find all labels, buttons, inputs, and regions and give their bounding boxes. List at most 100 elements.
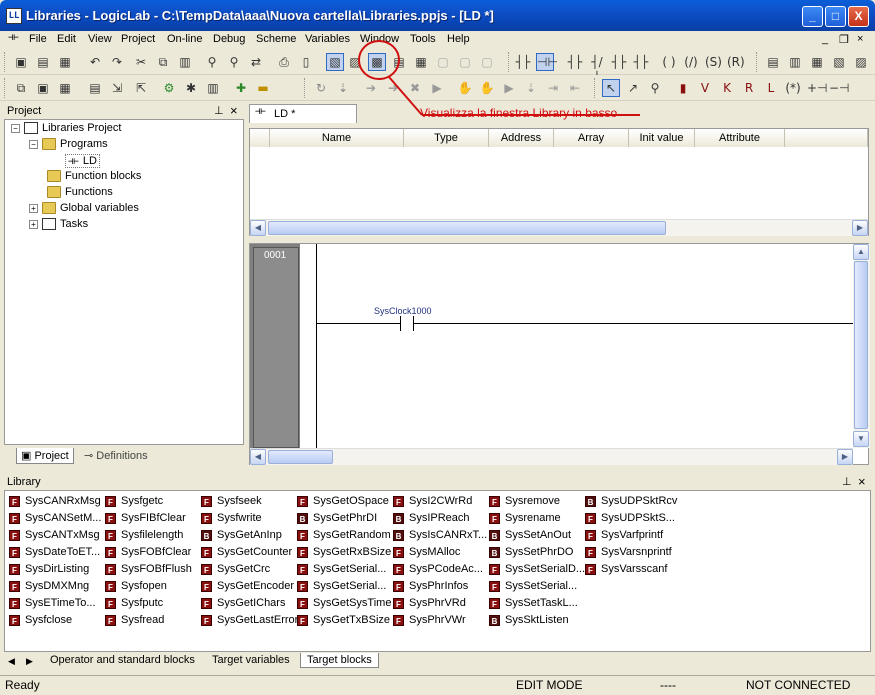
table-hscrollbar[interactable]: ◀ ▶	[250, 219, 868, 236]
library-item[interactable]: F SysCANTxMsg	[9, 529, 100, 541]
library-item[interactable]: F SysETimeTo...	[9, 597, 96, 609]
library-item[interactable]: B SysUDPSktRcv	[585, 495, 677, 507]
reset-coil-icon[interactable]: (R)	[726, 53, 745, 71]
redo-icon[interactable]: ↷	[108, 53, 126, 71]
col-type[interactable]: Type	[404, 129, 489, 147]
new-project-icon[interactable]: ▣	[12, 53, 30, 71]
library-item[interactable]: F SysVarsnprintf	[585, 546, 672, 558]
library-item[interactable]: B SysGetPhrDI	[297, 512, 377, 524]
collapse-icon[interactable]: −	[29, 139, 38, 149]
library-item[interactable]: B SysIPReach	[393, 512, 470, 524]
replace-icon[interactable]: ⇄	[247, 53, 265, 71]
connect-icon[interactable]: ↻	[312, 79, 330, 97]
constant-icon[interactable]: K	[718, 79, 736, 97]
tab-scroll-right-icon[interactable]: ▶	[26, 656, 33, 667]
library-item[interactable]: F SysSetSerialD...	[489, 563, 585, 575]
project-pane-close-icon[interactable]: ×	[230, 103, 238, 118]
layout-4-icon[interactable]: ▧	[830, 53, 848, 71]
layout-3-icon[interactable]: ▦	[808, 53, 826, 71]
menu-view[interactable]: View	[88, 33, 112, 45]
library-item[interactable]: F Sysrename	[489, 512, 561, 524]
menu-edit[interactable]: Edit	[57, 33, 76, 45]
library-item[interactable]: F Sysfseek	[201, 495, 262, 507]
open-icon[interactable]: ▤	[34, 53, 52, 71]
print-preview-icon[interactable]: ▯	[297, 53, 315, 71]
layout-5-icon[interactable]: ▨	[852, 53, 870, 71]
pin-icon[interactable]: ⊥	[214, 104, 224, 117]
compile-icon[interactable]: ⧉	[12, 79, 30, 97]
library-item[interactable]: F SysGetCrc	[201, 563, 270, 575]
ld-vscroll-thumb[interactable]	[854, 261, 868, 429]
table-hscroll-thumb[interactable]	[268, 221, 666, 235]
library-item[interactable]: F Sysfgetc	[105, 495, 163, 507]
col-name[interactable]: Name	[270, 129, 404, 147]
library-item[interactable]: F Sysfwrite	[201, 512, 262, 524]
negated-coil-icon[interactable]: (/)	[682, 53, 700, 71]
set-coil-icon[interactable]: (S)	[704, 53, 722, 71]
save-icon[interactable]: ▦	[56, 53, 74, 71]
properties-icon[interactable]: ▥	[204, 79, 222, 97]
expand-icon[interactable]: +	[29, 219, 38, 229]
library-item[interactable]: B SysIsCANRxT...	[393, 529, 487, 541]
library-item[interactable]: F SysGetSysTime	[297, 597, 391, 609]
ld-hscrollbar[interactable]: ◀ ▶	[250, 448, 853, 465]
layout-1-icon[interactable]: ▤	[764, 53, 782, 71]
build-icon[interactable]: ▣	[34, 79, 52, 97]
library-item[interactable]: F SysSetSerial...	[489, 580, 577, 592]
ld-hscroll-thumb[interactable]	[268, 450, 333, 464]
tree-row-ld[interactable]: ⊣⊢ LD	[65, 154, 100, 168]
library-item[interactable]: F SysGetRxBSize	[297, 546, 391, 558]
col-init-value[interactable]: Init value	[629, 129, 695, 147]
menu-file[interactable]: File	[29, 33, 47, 45]
tab-target-variables[interactable]: Target variables	[212, 654, 290, 666]
variable-icon[interactable]: V	[696, 79, 714, 97]
pin-icon[interactable]: ⊥	[842, 475, 852, 488]
library-item[interactable]: F SysSetTaskL...	[489, 597, 578, 609]
layout-2-icon[interactable]: ▥	[786, 53, 804, 71]
mdi-close-icon[interactable]: ×	[857, 33, 863, 45]
scroll-right-icon[interactable]: ▶	[837, 449, 853, 465]
add-icon[interactable]: ✚	[232, 79, 250, 97]
library-item[interactable]: F SysCANRxMsg	[9, 495, 101, 507]
menu-online[interactable]: On-line	[167, 33, 202, 45]
scroll-right-icon[interactable]: ▶	[852, 220, 868, 236]
export-icon[interactable]: ⇱	[132, 79, 150, 97]
find-next-icon[interactable]: ⚲	[225, 53, 243, 71]
mdi-minimize-icon[interactable]: _	[822, 33, 828, 45]
col-attribute[interactable]: Attribute	[695, 129, 785, 147]
import-icon[interactable]: ⇲	[108, 79, 126, 97]
library-pane-close-icon[interactable]: ×	[858, 474, 866, 489]
tab-operator-blocks[interactable]: Operator and standard blocks	[50, 654, 195, 666]
library-item[interactable]: F Sysfilelength	[105, 529, 183, 541]
library-item[interactable]: F SysGetSerial...	[297, 563, 386, 575]
library-item[interactable]: F Sysfclose	[9, 614, 72, 626]
tab-project[interactable]: ▣ Project	[16, 448, 74, 464]
tab-definitions[interactable]: ⊸ Definitions	[84, 449, 148, 462]
tab-scroll-left-icon[interactable]: ◀	[8, 656, 15, 667]
library-item[interactable]: F SysFOBfClear	[105, 546, 191, 558]
contact-left-bar[interactable]	[400, 316, 401, 331]
library-item[interactable]: F SysPhrVRd	[393, 597, 466, 609]
find-icon[interactable]: ⚲	[203, 53, 221, 71]
library-item[interactable]: F SysPhrInfos	[393, 580, 468, 592]
menu-scheme[interactable]: Scheme	[256, 33, 296, 45]
paste-icon[interactable]: ▥	[176, 53, 194, 71]
scroll-left-icon[interactable]: ◀	[250, 449, 266, 465]
new-pou-icon[interactable]: ▤	[86, 79, 104, 97]
library-item[interactable]: F SysVarsscanf	[585, 563, 667, 575]
library-item[interactable]: F SysUDPSktS...	[585, 512, 675, 524]
library-item[interactable]: F SysPhrVWr	[393, 614, 466, 626]
comment-icon[interactable]: (*)	[784, 79, 802, 97]
contact-label[interactable]: SysClock1000	[374, 306, 432, 316]
close-button[interactable]: X	[848, 6, 869, 27]
mdi-restore-icon[interactable]: ❐	[839, 33, 849, 46]
tree-row-global-variables[interactable]: + Global variables	[29, 202, 139, 215]
coil-icon[interactable]: ( )	[660, 53, 678, 71]
maximize-button[interactable]: □	[825, 6, 846, 27]
minimize-button[interactable]: _	[802, 6, 823, 27]
collapse-icon[interactable]: −	[11, 123, 20, 133]
library-item[interactable]: F Sysremove	[489, 495, 560, 507]
cut-icon[interactable]: ✂	[132, 53, 150, 71]
library-item[interactable]: B SysSetAnOut	[489, 529, 571, 541]
library-item[interactable]: F SysCANSetM...	[9, 512, 101, 524]
